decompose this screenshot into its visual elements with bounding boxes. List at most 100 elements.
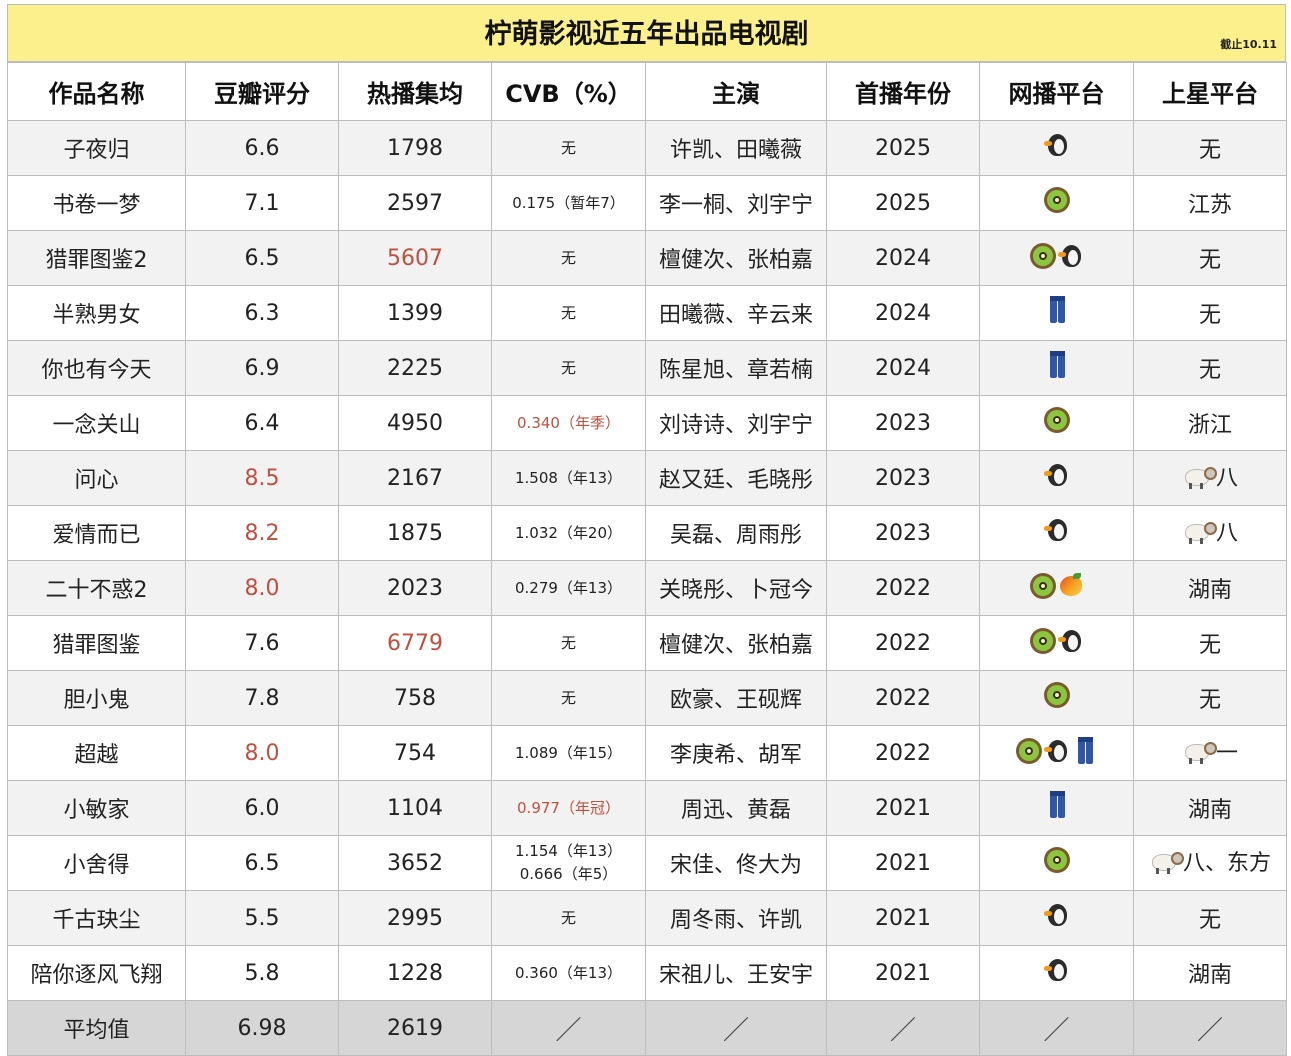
spreadsheet: 柠萌影视近五年出品电视剧 截止10.11 作品名称 豆瓣评分 热播集均 CVB（… [7,4,1287,1056]
premiere-year-cell: 2024 [826,230,980,286]
cast-cell: 吴磊、周雨彤 [645,505,827,561]
penguin-icon [1043,516,1070,544]
douban-score-cell: 8.5 [185,450,339,506]
premiere-year-cell: 2022 [826,560,980,616]
tv-platform-cell: 一 [1133,725,1287,781]
jeans-icon [1072,736,1098,765]
kiwi-icon [1029,572,1056,599]
cvb-cell: 无 [491,890,646,946]
premiere-year-cell: 2021 [826,890,980,946]
premiere-year-cell: 2021 [826,780,980,836]
cvb-value: 无 [560,633,576,652]
douban-score-cell: 7.1 [185,175,339,231]
tv-platform-cell: 浙江 [1133,395,1287,451]
platform-icons [1043,407,1070,433]
premiere-year-cell: 2021 [826,835,980,891]
penguin-icon [1043,956,1070,984]
platform-icons [1043,847,1070,873]
col-header-tv-platform: 上星平台 [1133,62,1287,121]
douban-score-cell: 6.4 [185,395,339,451]
platform-icons [1029,627,1084,655]
mango-icon [1058,572,1084,600]
penguin-icon [1043,737,1070,765]
drama-name-cell: 一念关山 [7,395,186,451]
avg-views-cell: 2225 [338,340,492,396]
table-row: 超越 8.0 754 1.089（年15） 李庚希、胡军 2022 一 [7,725,1287,781]
avg-views-cell: 1104 [338,780,492,836]
platform-icons [1043,516,1070,544]
tv-platform: 无 [1199,132,1221,164]
cast-cell: 李一桐、刘宇宁 [645,175,827,231]
cvb-value: 无 [560,688,576,707]
tv-platform-label: 无 [1198,633,1221,658]
penguin-icon [1057,242,1084,270]
online-platform-cell [979,120,1134,176]
cvb-value: 1.154（年13） [514,842,623,860]
online-platform-cell [979,395,1134,451]
table-row: 问心 8.5 2167 1.508（年13） 赵又廷、毛晓彤 2023 八 [7,450,1287,506]
avg-views-cell: 4950 [338,395,492,451]
tv-platform: 无 [1199,352,1221,384]
table-row: 千古玦尘 5.5 2995 无 周冬雨、许凯 2021 无 [7,890,1287,946]
cvb-cell: 无 [491,230,646,286]
table-row: 爱情而已 8.2 1875 1.032（年20） 吴磊、周雨彤 2023 八 [7,505,1287,561]
platform-icons [1015,736,1098,765]
tv-platform: 无 [1199,297,1221,329]
avg-views-cell: 6779 [338,615,492,671]
cvb-cell: 无 [491,285,646,341]
drama-name-cell: 千古玦尘 [7,890,186,946]
cvb-cell: 1.508（年13） [491,450,646,506]
kiwi-icon [1029,627,1056,654]
cvb-value: 1.032（年20） [514,523,623,542]
avg-views-cell: 3652 [338,835,492,891]
table-row: 半熟男女 6.3 1399 无 田曦薇、辛云来 2024 无 [7,285,1287,341]
online-platform-cell [979,615,1134,671]
cvb-value: 0.666（年5） [519,865,618,883]
ram-icon [1149,847,1184,875]
cast-cell: 赵又廷、毛晓彤 [645,450,827,506]
online-platform-cell [979,725,1134,781]
ram-icon [1182,517,1217,545]
tv-platform-cell: 无 [1133,120,1287,176]
col-header-online-platform: 网播平台 [979,62,1134,121]
cvb-cell: 无 [491,120,646,176]
avg-views-cell: 5607 [338,230,492,286]
premiere-year-cell: 2022 [826,615,980,671]
table-row: 书卷一梦 7.1 2597 0.175（暂年7） 李一桐、刘宇宁 2025 江苏 [7,175,1287,231]
cast-cell: 檀健次、张柏嘉 [645,230,827,286]
platform-icons [1043,901,1070,929]
cast-cell: 刘诗诗、刘宇宁 [645,395,827,451]
avg-views-cell: 1228 [338,945,492,1001]
cvb-value: 无 [560,138,576,157]
cvb-value: 0.977（年冠） [517,798,620,817]
douban-score-cell: 8.0 [185,560,339,616]
drama-name-cell: 小舍得 [7,835,186,891]
premiere-year-cell: 2024 [826,285,980,341]
cast-cell: 周迅、黄磊 [645,780,827,836]
cvb-value: 1.508（年13） [514,468,623,487]
table-row: 小敏家 6.0 1104 0.977（年冠） 周迅、黄磊 2021 湖南 [7,780,1287,836]
cvb-value: 0.360（年13） [514,963,623,982]
cast-cell: 田曦薇、辛云来 [645,285,827,341]
cvb-cell: 无 [491,670,646,726]
table-row: 陪你逐风飞翔 5.8 1228 0.360（年13） 宋祖儿、王安宇 2021 湖南 [7,945,1287,1001]
tv-platform-label: 无 [1198,908,1221,933]
tv-platform: 八 [1182,460,1238,492]
premiere-year-cell: 2022 [826,725,980,781]
tv-platform: 湖南 [1188,957,1232,989]
tv-platform-cell: 江苏 [1133,175,1287,231]
cvb-value: 0.279（年13） [514,578,623,597]
cutoff-note: 截止10.11 [1220,38,1277,51]
average-slash: ／ [1133,1000,1287,1056]
online-platform-cell [979,835,1134,891]
avg-views-cell: 2023 [338,560,492,616]
average-slash: ／ [979,1000,1134,1056]
drama-name-cell: 你也有今天 [7,340,186,396]
douban-score-cell: 8.2 [185,505,339,561]
cvb-value: 无 [560,303,576,322]
douban-score-cell: 6.5 [185,230,339,286]
drama-table: 作品名称 豆瓣评分 热播集均 CVB（%） 主演 首播年份 网播平台 上星平台 … [7,62,1287,1056]
jeans-icon [1044,791,1070,819]
tv-platform: 江苏 [1188,187,1232,219]
avg-views-cell: 2995 [338,890,492,946]
